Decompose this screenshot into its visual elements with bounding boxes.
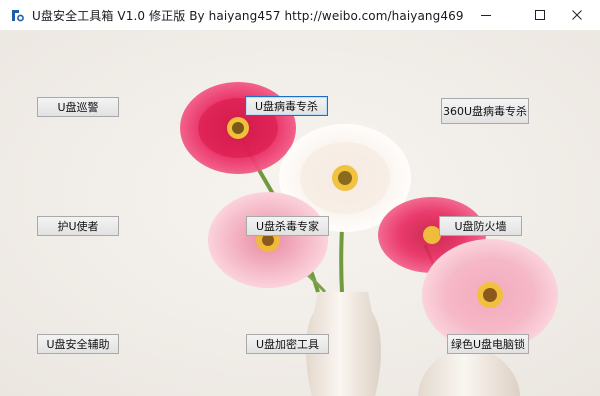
- app-window: U盘安全工具箱 V1.0 修正版 By haiyang457 http://we…: [0, 0, 600, 396]
- u-guardian-button[interactable]: 护U使者: [37, 216, 119, 236]
- close-button[interactable]: [554, 0, 600, 30]
- u-firewall-button[interactable]: U盘防火墙: [439, 216, 522, 236]
- minimize-icon: [481, 15, 491, 16]
- title-bar[interactable]: U盘安全工具箱 V1.0 修正版 By haiyang457 http://we…: [0, 0, 600, 30]
- u-antivirus-expert-button[interactable]: U盘杀毒专家: [246, 216, 329, 236]
- minimize-button[interactable]: [463, 0, 509, 30]
- u-encrypt-tool-button[interactable]: U盘加密工具: [246, 334, 329, 354]
- main-panel: U盘巡警 U盘病毒专杀 360U盘病毒专杀 护U使者 U盘杀毒专家 U盘防火墙 …: [0, 30, 600, 396]
- close-icon: [572, 10, 582, 20]
- u-360-virus-killer-button[interactable]: 360U盘病毒专杀: [441, 98, 529, 124]
- usb-app-icon: [8, 6, 26, 24]
- u-patrol-button[interactable]: U盘巡警: [37, 97, 119, 117]
- window-title: U盘安全工具箱 V1.0 修正版 By haiyang457 http://we…: [32, 8, 464, 23]
- u-virus-killer-button[interactable]: U盘病毒专杀: [245, 96, 328, 116]
- u-safety-assist-button[interactable]: U盘安全辅助: [37, 334, 119, 354]
- maximize-icon: [535, 10, 545, 20]
- u-pc-lock-button[interactable]: 绿色U盘电脑锁: [447, 334, 529, 354]
